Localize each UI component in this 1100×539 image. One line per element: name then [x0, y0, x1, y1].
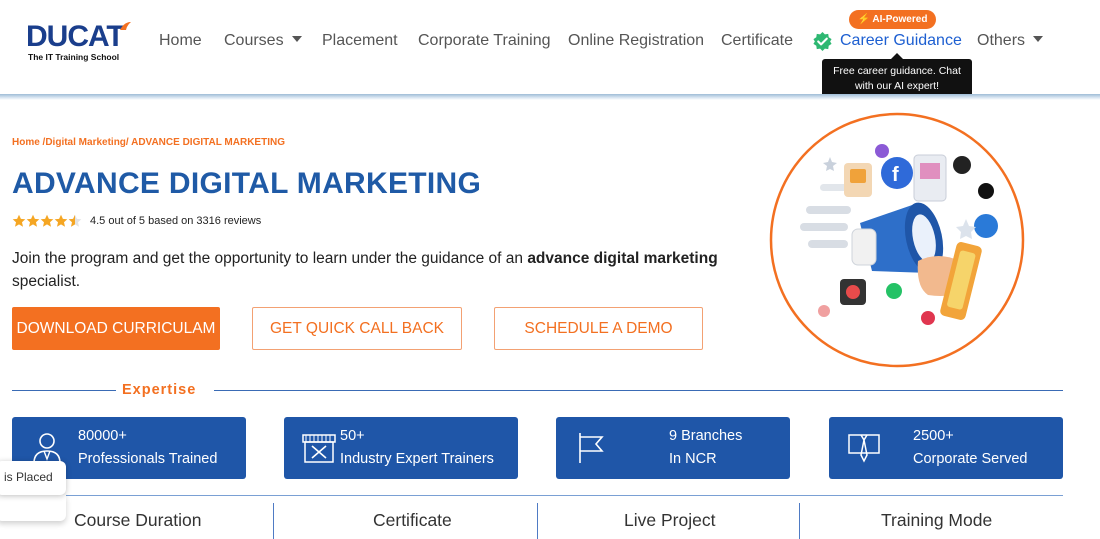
top-navbar: DUCAT The IT Training School Home Course… — [0, 0, 1100, 99]
svg-text:f: f — [892, 164, 899, 186]
ducat-logo[interactable]: DUCAT The IT Training School — [24, 20, 136, 66]
tab-course-duration[interactable]: Course Duration — [74, 510, 201, 531]
career-guidance-label: Career Guidance — [840, 32, 962, 49]
trainer-icon — [302, 434, 336, 463]
download-curriculum-button[interactable]: DOWNLOAD CURRICULAM — [12, 307, 220, 350]
page: DUCAT The IT Training School Home Course… — [0, 0, 1100, 539]
nav-corporate-training[interactable]: Corporate Training — [418, 32, 551, 50]
chevron-down-icon — [1033, 35, 1044, 42]
nav-others[interactable]: Others — [977, 32, 1044, 50]
navbar-divider — [0, 94, 1100, 100]
schedule-demo-button[interactable]: SCHEDULE A DEMO — [494, 307, 703, 350]
verified-check-icon — [813, 31, 832, 52]
tabs-divider — [12, 495, 1063, 496]
stat-label: Professionals Trained — [78, 451, 218, 467]
nav-certificate[interactable]: Certificate — [721, 32, 793, 50]
nav-others-label: Others — [977, 32, 1026, 49]
logo-bird-icon — [120, 22, 131, 30]
placement-toast-text: is Placed — [4, 470, 53, 484]
nav-courses[interactable]: Courses — [224, 32, 302, 50]
flag-icon — [579, 433, 604, 463]
tab-training-mode[interactable]: Training Mode — [881, 510, 992, 531]
stat-value: 2500+ — [913, 428, 954, 444]
stat-value: 80000+ — [78, 428, 127, 444]
logo-wordmark: DUCAT — [26, 20, 125, 53]
tie-icon — [848, 434, 880, 463]
stat-label: Corporate Served — [913, 451, 1028, 467]
rating-text: 4.5 out of 5 based on 3316 reviews — [90, 215, 262, 227]
expertise-heading: Expertise — [122, 382, 197, 398]
stat-label: In NCR — [669, 451, 717, 467]
star-rating-icon — [12, 214, 82, 227]
tab-certificate[interactable]: Certificate — [373, 510, 452, 531]
logo-tagline: The IT Training School — [28, 52, 120, 62]
placement-toast[interactable]: is Placed — [0, 461, 66, 495]
expertise-divider-right — [214, 390, 1063, 391]
tab-separator — [799, 503, 800, 539]
lead-bold: advance digital marketing — [527, 250, 718, 267]
nav-placement[interactable]: Placement — [322, 32, 398, 50]
tab-live-project[interactable]: Live Project — [624, 510, 715, 531]
lead-prefix: Join the program and get the opportunity… — [12, 250, 528, 267]
nav-home[interactable]: Home — [159, 32, 202, 50]
stat-label: Industry Expert Trainers — [340, 451, 494, 467]
stat-value: 50+ — [340, 428, 365, 444]
chevron-down-icon — [291, 35, 302, 42]
megaphone-illustration: f — [769, 112, 1025, 368]
expertise-divider-left — [12, 390, 116, 391]
placement-toast-body — [0, 495, 66, 521]
lead-suffix: specialist. — [12, 273, 81, 290]
page-title: ADVANCE DIGITAL MARKETING — [12, 167, 482, 200]
quick-call-back-button[interactable]: GET QUICK CALL BACK — [252, 307, 462, 350]
ai-powered-badge: ⚡ AI-Powered — [849, 10, 936, 29]
stat-card-corporate: 2500+ Corporate Served — [829, 417, 1063, 479]
tab-separator — [537, 503, 538, 539]
tab-separator — [273, 503, 274, 539]
stat-value: 9 Branches — [669, 428, 743, 444]
nav-online-registration[interactable]: Online Registration — [568, 32, 704, 50]
hero-description: Join the program and get the opportunity… — [12, 247, 732, 293]
nav-courses-label: Courses — [224, 32, 284, 49]
stat-card-branches: 9 Branches In NCR — [556, 417, 790, 479]
career-guidance-tooltip: Free career guidance. Chat with our AI e… — [822, 59, 972, 99]
stat-card-trainers: 50+ Industry Expert Trainers — [284, 417, 518, 479]
breadcrumb[interactable]: Home /Digital Marketing/ ADVANCE DIGITAL… — [12, 137, 285, 148]
